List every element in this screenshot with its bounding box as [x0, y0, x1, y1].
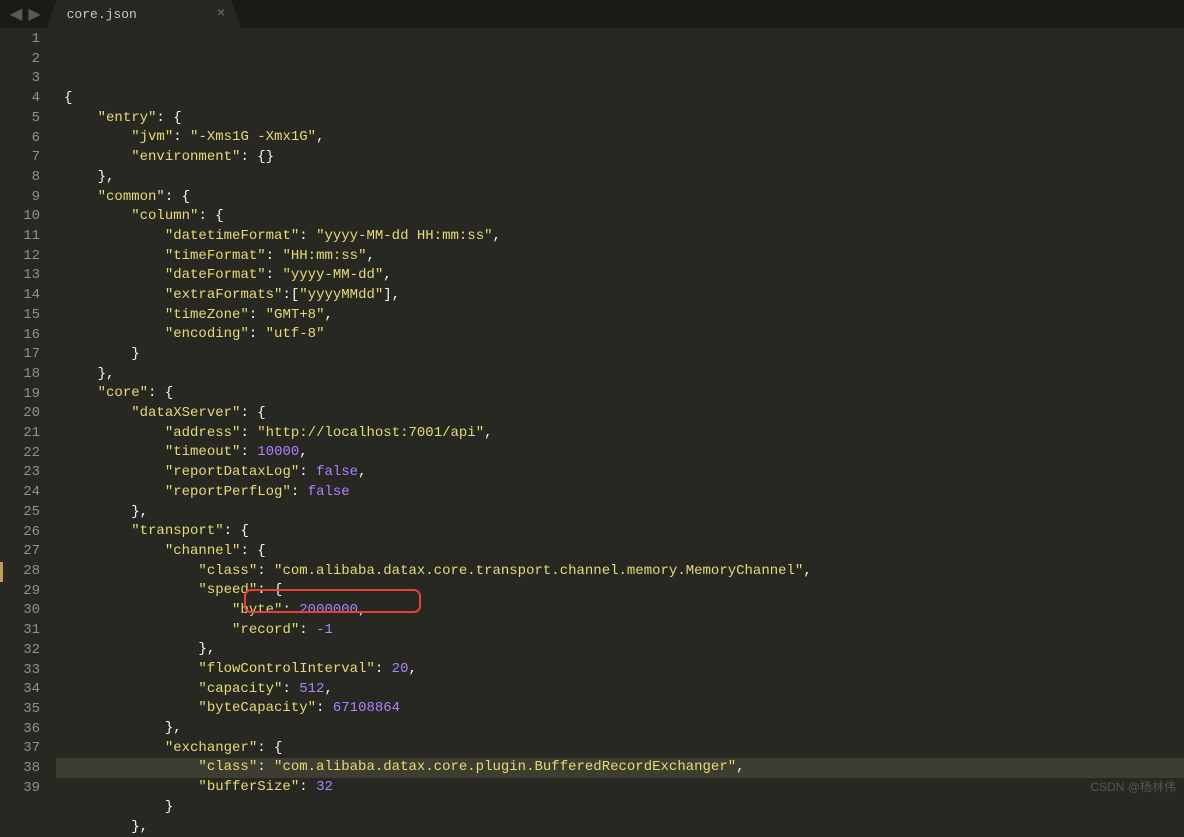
line-number: 8: [0, 168, 56, 188]
line-number: 36: [0, 720, 56, 740]
line-number: 3: [0, 69, 56, 89]
code-line[interactable]: "transport": {: [56, 522, 1184, 542]
code-line[interactable]: "timeout": 10000,: [56, 443, 1184, 463]
tab-filename: core.json: [67, 7, 137, 22]
line-number: 37: [0, 739, 56, 759]
close-icon[interactable]: ×: [217, 6, 225, 22]
code-line[interactable]: "byteCapacity": 67108864: [56, 699, 1184, 719]
code-line[interactable]: "column": {: [56, 207, 1184, 227]
line-number: 9: [0, 188, 56, 208]
code-line[interactable]: }: [56, 345, 1184, 365]
code-line[interactable]: "jvm": "-Xms1G -Xmx1G",: [56, 128, 1184, 148]
line-number: 25: [0, 503, 56, 523]
line-number: 10: [0, 207, 56, 227]
code-line[interactable]: "encoding": "utf-8": [56, 325, 1184, 345]
line-number: 1: [0, 30, 56, 50]
code-line[interactable]: "class": "com.alibaba.datax.core.plugin.…: [56, 758, 1184, 778]
code-line[interactable]: "extraFormats":["yyyyMMdd"],: [56, 286, 1184, 306]
code-line[interactable]: "reportDataxLog": false,: [56, 463, 1184, 483]
tab-bar: ◀ ▶ core.json ×: [0, 0, 1184, 28]
code-line[interactable]: "address": "http://localhost:7001/api",: [56, 424, 1184, 444]
line-number: 4: [0, 89, 56, 109]
line-number: 31: [0, 621, 56, 641]
line-number: 34: [0, 680, 56, 700]
code-area[interactable]: { "entry": { "jvm": "-Xms1G -Xmx1G", "en…: [56, 28, 1184, 801]
code-line[interactable]: {: [56, 89, 1184, 109]
code-line[interactable]: "speed": {: [56, 581, 1184, 601]
line-number: 24: [0, 483, 56, 503]
code-line[interactable]: "timeZone": "GMT+8",: [56, 306, 1184, 326]
code-line[interactable]: "capacity": 512,: [56, 680, 1184, 700]
line-number: 17: [0, 345, 56, 365]
nav-back-icon[interactable]: ◀: [8, 4, 24, 24]
editor: 1234567891011121314151617181920212223242…: [0, 28, 1184, 801]
code-line[interactable]: },: [56, 168, 1184, 188]
line-number: 38: [0, 759, 56, 779]
code-line[interactable]: },: [56, 503, 1184, 523]
code-line[interactable]: "record": -1: [56, 621, 1184, 641]
code-line[interactable]: "class": "com.alibaba.datax.core.transpo…: [56, 562, 1184, 582]
line-number: 21: [0, 424, 56, 444]
line-number: 28: [0, 562, 56, 582]
code-line[interactable]: "core": {: [56, 384, 1184, 404]
line-number: 27: [0, 542, 56, 562]
line-number: 5: [0, 109, 56, 129]
code-line[interactable]: "common": {: [56, 188, 1184, 208]
code-line[interactable]: "entry": {: [56, 109, 1184, 129]
line-number: 35: [0, 700, 56, 720]
line-number: 7: [0, 148, 56, 168]
code-line[interactable]: "byte": 2000000,: [56, 601, 1184, 621]
line-number: 32: [0, 641, 56, 661]
code-line[interactable]: "dateFormat": "yyyy-MM-dd",: [56, 266, 1184, 286]
line-number: 6: [0, 129, 56, 149]
line-number: 22: [0, 444, 56, 464]
line-number: 14: [0, 286, 56, 306]
code-line[interactable]: "timeFormat": "HH:mm:ss",: [56, 247, 1184, 267]
watermark: CSDN @杨林伟: [1090, 778, 1176, 795]
code-line[interactable]: },: [56, 818, 1184, 837]
line-number: 19: [0, 385, 56, 405]
code-line[interactable]: "environment": {}: [56, 148, 1184, 168]
line-number: 30: [0, 601, 56, 621]
nav-forward-icon[interactable]: ▶: [26, 4, 42, 24]
code-line[interactable]: },: [56, 640, 1184, 660]
code-line[interactable]: },: [56, 719, 1184, 739]
line-number: 29: [0, 582, 56, 602]
code-line[interactable]: "flowControlInterval": 20,: [56, 660, 1184, 680]
code-line[interactable]: "exchanger": {: [56, 739, 1184, 759]
line-number: 11: [0, 227, 56, 247]
line-number: 15: [0, 306, 56, 326]
line-number: 16: [0, 326, 56, 346]
code-line[interactable]: "dataXServer": {: [56, 404, 1184, 424]
line-number: 12: [0, 247, 56, 267]
line-number: 18: [0, 365, 56, 385]
tab-core-json[interactable]: core.json ×: [47, 0, 242, 28]
line-number: 26: [0, 523, 56, 543]
line-number: 20: [0, 404, 56, 424]
code-line[interactable]: "channel": {: [56, 542, 1184, 562]
code-line[interactable]: "reportPerfLog": false: [56, 483, 1184, 503]
code-line[interactable]: [56, 69, 1184, 89]
line-number: 33: [0, 661, 56, 681]
line-number: 23: [0, 463, 56, 483]
nav-arrows: ◀ ▶: [0, 4, 51, 24]
line-number: 2: [0, 50, 56, 70]
code-line[interactable]: "datetimeFormat": "yyyy-MM-dd HH:mm:ss",: [56, 227, 1184, 247]
line-number: 13: [0, 266, 56, 286]
code-line[interactable]: },: [56, 365, 1184, 385]
line-gutter: 1234567891011121314151617181920212223242…: [0, 28, 56, 801]
line-number: 39: [0, 779, 56, 799]
code-line[interactable]: "bufferSize": 32: [56, 778, 1184, 798]
